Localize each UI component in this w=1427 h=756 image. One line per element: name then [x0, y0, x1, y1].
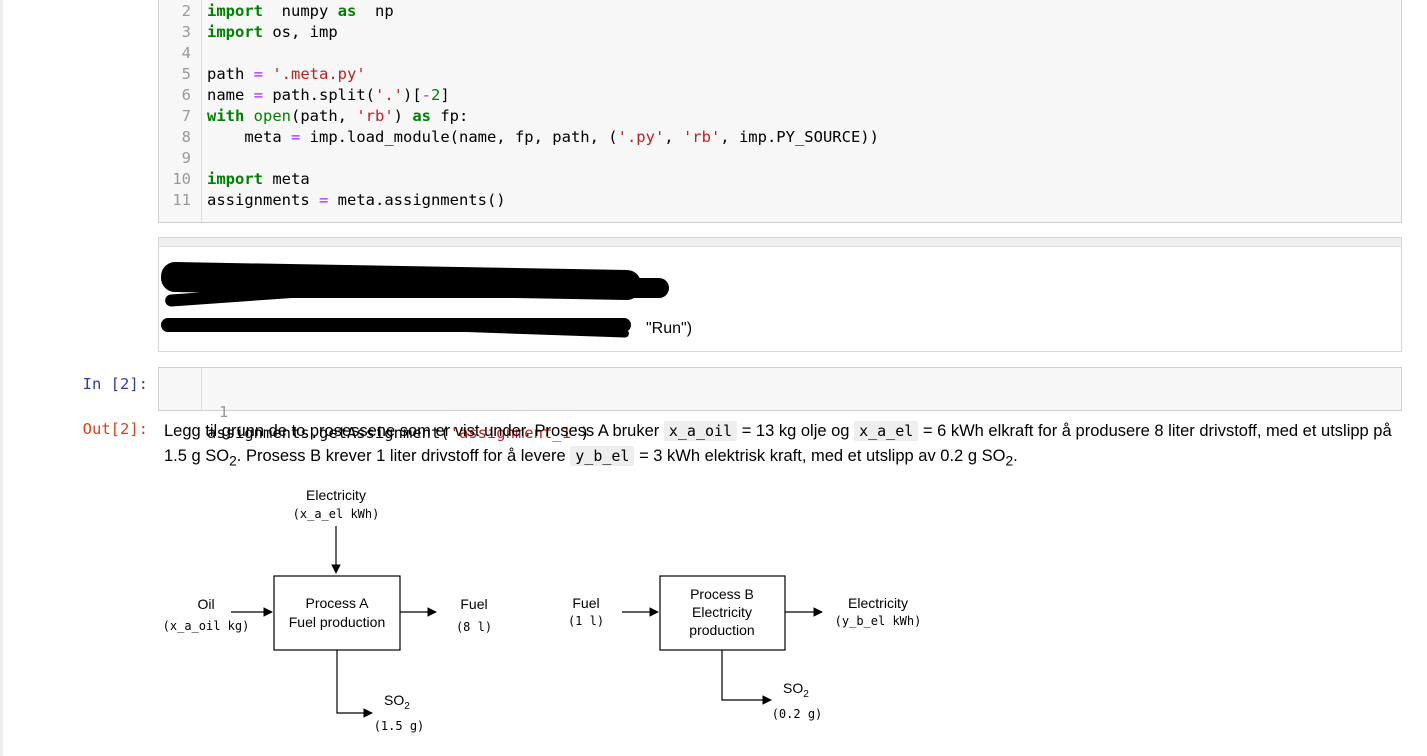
process-a-electricity-label: Electricity: [306, 487, 366, 503]
markdown-visible-text: "Run"): [646, 320, 693, 337]
code-text: import os, imp: [207, 23, 338, 41]
arrow-b-to-so2: [721, 650, 772, 705]
process-b-fuel-label: Fuel: [572, 595, 599, 611]
line-number: 8: [181, 128, 191, 146]
process-b-title: Process B: [690, 586, 754, 602]
process-b-subtitle-2: production: [689, 622, 754, 638]
process-b-subtitle-1: Electricity: [692, 604, 752, 620]
code-text: path = '.meta.py': [207, 65, 366, 83]
line-number: 5: [181, 65, 191, 83]
code-text: with open(path, 'rb') as fp:: [207, 107, 469, 125]
oil-label: Oil: [197, 596, 214, 612]
arrow-a-to-so2: [336, 650, 373, 718]
inline-code-var: x_a_oil: [663, 421, 738, 441]
process-b-so2-label: SO2: [783, 680, 809, 700]
process-b-fuel-unit: (1 l): [568, 614, 604, 628]
code-text: import meta: [207, 170, 310, 188]
process-a-fuel-label: Fuel: [460, 596, 487, 612]
process-a-so2-label: SO2: [384, 692, 410, 712]
process-a-box: [273, 575, 401, 651]
inline-code-var: y_b_el: [570, 446, 635, 466]
code-text: meta = imp.load_module(name, fp, path, (…: [207, 128, 879, 146]
code-text: name = path.split('.')[-2]: [207, 86, 450, 104]
inline-code-var: x_a_el: [854, 421, 919, 441]
process-a-fuel-unit: (8 l): [456, 620, 492, 634]
output-text: Legg til grunn de to prosessene som er v…: [164, 421, 1392, 469]
output-prompt: Out[2]:: [82, 420, 148, 438]
line-number: 6: [181, 86, 191, 104]
line-number: 10: [172, 170, 191, 188]
line-number: 2: [181, 2, 191, 20]
markdown-cell-redacted[interactable]: "Run"): [158, 237, 1402, 352]
input-prompt: In [2]:: [82, 375, 148, 393]
code-cell-get-assignment[interactable]: 1 assignments.getAssignment('assignment_…: [158, 367, 1402, 442]
line-number: 7: [181, 107, 191, 125]
line-number: 3: [181, 23, 191, 41]
process-b-so2-unit: (0.2 g): [772, 707, 823, 721]
process-b-electricity-label: Electricity: [848, 595, 908, 611]
process-a-so2-unit: (1.5 g): [374, 719, 425, 733]
oil-unit: (x_a_oil kg): [163, 619, 250, 633]
process-b-box: [659, 575, 786, 651]
code-text: import numpy as np: [207, 2, 394, 20]
process-b-electricity-unit: (y_b_el kWh): [835, 614, 922, 628]
line-number: 11: [172, 191, 191, 209]
process-a-electricity-unit: (x_a_el kWh): [293, 507, 380, 521]
code-cell-imports[interactable]: 2 import numpy as np 3 import os, imp 4 5 path…: [158, 0, 1402, 223]
markdown-cell-header: [159, 238, 1401, 247]
process-a-subtitle: Fuel production: [289, 614, 386, 630]
process-a-title: Process A: [305, 595, 369, 611]
code-text: assignments = meta.assignments(): [207, 191, 506, 209]
line-number: 9: [181, 149, 191, 167]
code-line: 1 assignments.getAssignment('assignment_…: [159, 381, 590, 442]
line-number: 4: [181, 44, 191, 62]
